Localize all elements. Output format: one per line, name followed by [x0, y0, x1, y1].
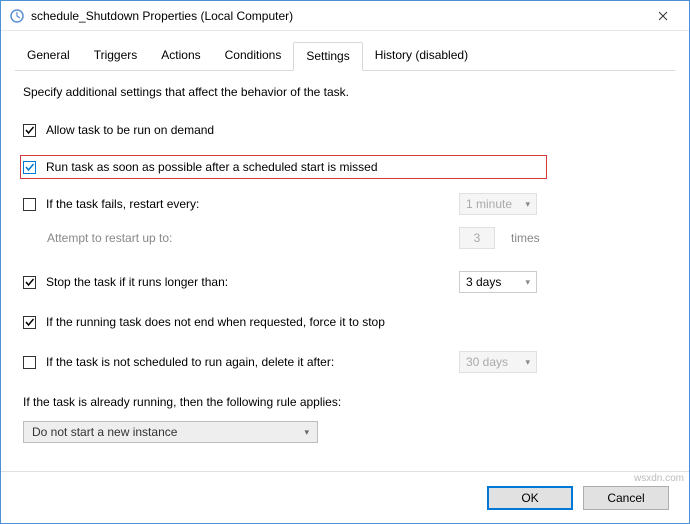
- tab-history[interactable]: History (disabled): [363, 42, 480, 71]
- check-icon: [24, 277, 35, 288]
- tab-actions[interactable]: Actions: [149, 42, 212, 71]
- combo-restart-interval[interactable]: 1 minute ▾: [459, 193, 537, 215]
- settings-panel: Specify additional settings that affect …: [1, 71, 689, 471]
- row-force-stop: If the running task does not end when re…: [23, 311, 667, 333]
- spinner-attempt-value: 3: [474, 231, 481, 245]
- combo-already-running-rule[interactable]: Do not start a new instance ▾: [23, 421, 318, 443]
- row-run-asap: Run task as soon as possible after a sch…: [20, 155, 547, 179]
- chevron-down-icon: ▾: [525, 357, 530, 368]
- combo-stop-longer[interactable]: 3 days ▾: [459, 271, 537, 293]
- check-icon: [24, 162, 35, 173]
- row-fail-restart: If the task fails, restart every: 1 minu…: [23, 193, 667, 215]
- label-already-running: If the task is already running, then the…: [23, 395, 667, 409]
- checkbox-fail-restart[interactable]: [23, 198, 36, 211]
- settings-description: Specify additional settings that affect …: [23, 85, 667, 99]
- row-stop-longer: Stop the task if it runs longer than: 3 …: [23, 271, 667, 293]
- window-title: schedule_Shutdown Properties (Local Comp…: [31, 9, 641, 23]
- label-delete-after: If the task is not scheduled to run agai…: [46, 355, 459, 369]
- checkbox-run-asap[interactable]: [23, 161, 36, 174]
- close-icon: [658, 11, 668, 21]
- label-times: times: [511, 231, 540, 245]
- combo-delete-after[interactable]: 30 days ▾: [459, 351, 537, 373]
- row-attempt-count: Attempt to restart up to: 3 times: [23, 227, 667, 249]
- clock-icon: [9, 8, 25, 24]
- checkbox-allow-on-demand[interactable]: [23, 124, 36, 137]
- tab-strip: General Triggers Actions Conditions Sett…: [15, 41, 675, 71]
- titlebar: schedule_Shutdown Properties (Local Comp…: [1, 1, 689, 31]
- checkbox-delete-after[interactable]: [23, 356, 36, 369]
- chevron-down-icon: ▾: [525, 199, 530, 210]
- combo-delete-after-value: 30 days: [466, 355, 508, 369]
- ok-button[interactable]: OK: [487, 486, 573, 510]
- label-fail-restart: If the task fails, restart every:: [46, 197, 459, 211]
- check-icon: [24, 317, 35, 328]
- close-button[interactable]: [641, 2, 685, 30]
- cancel-button[interactable]: Cancel: [583, 486, 669, 510]
- label-run-asap: Run task as soon as possible after a sch…: [46, 160, 544, 174]
- check-icon: [24, 125, 35, 136]
- checkbox-stop-longer[interactable]: [23, 276, 36, 289]
- combo-restart-interval-value: 1 minute: [466, 197, 512, 211]
- tab-general[interactable]: General: [15, 42, 82, 71]
- label-stop-longer: Stop the task if it runs longer than:: [46, 275, 459, 289]
- properties-window: schedule_Shutdown Properties (Local Comp…: [0, 0, 690, 524]
- tab-conditions[interactable]: Conditions: [213, 42, 294, 71]
- row-allow-on-demand: Allow task to be run on demand: [23, 119, 667, 141]
- combo-already-running-value: Do not start a new instance: [32, 425, 177, 439]
- row-delete-after: If the task is not scheduled to run agai…: [23, 351, 667, 373]
- label-attempt: Attempt to restart up to:: [47, 231, 459, 245]
- spinner-attempt-count[interactable]: 3: [459, 227, 495, 249]
- chevron-down-icon: ▾: [304, 427, 309, 438]
- label-force-stop: If the running task does not end when re…: [46, 315, 667, 329]
- checkbox-force-stop[interactable]: [23, 316, 36, 329]
- combo-stop-longer-value: 3 days: [466, 275, 501, 289]
- row-already-running-label: If the task is already running, then the…: [23, 391, 667, 413]
- tab-settings[interactable]: Settings: [293, 42, 362, 71]
- dialog-footer: OK Cancel: [1, 471, 689, 523]
- label-allow-on-demand: Allow task to be run on demand: [46, 123, 667, 137]
- tab-triggers[interactable]: Triggers: [82, 42, 150, 71]
- chevron-down-icon: ▾: [525, 277, 530, 288]
